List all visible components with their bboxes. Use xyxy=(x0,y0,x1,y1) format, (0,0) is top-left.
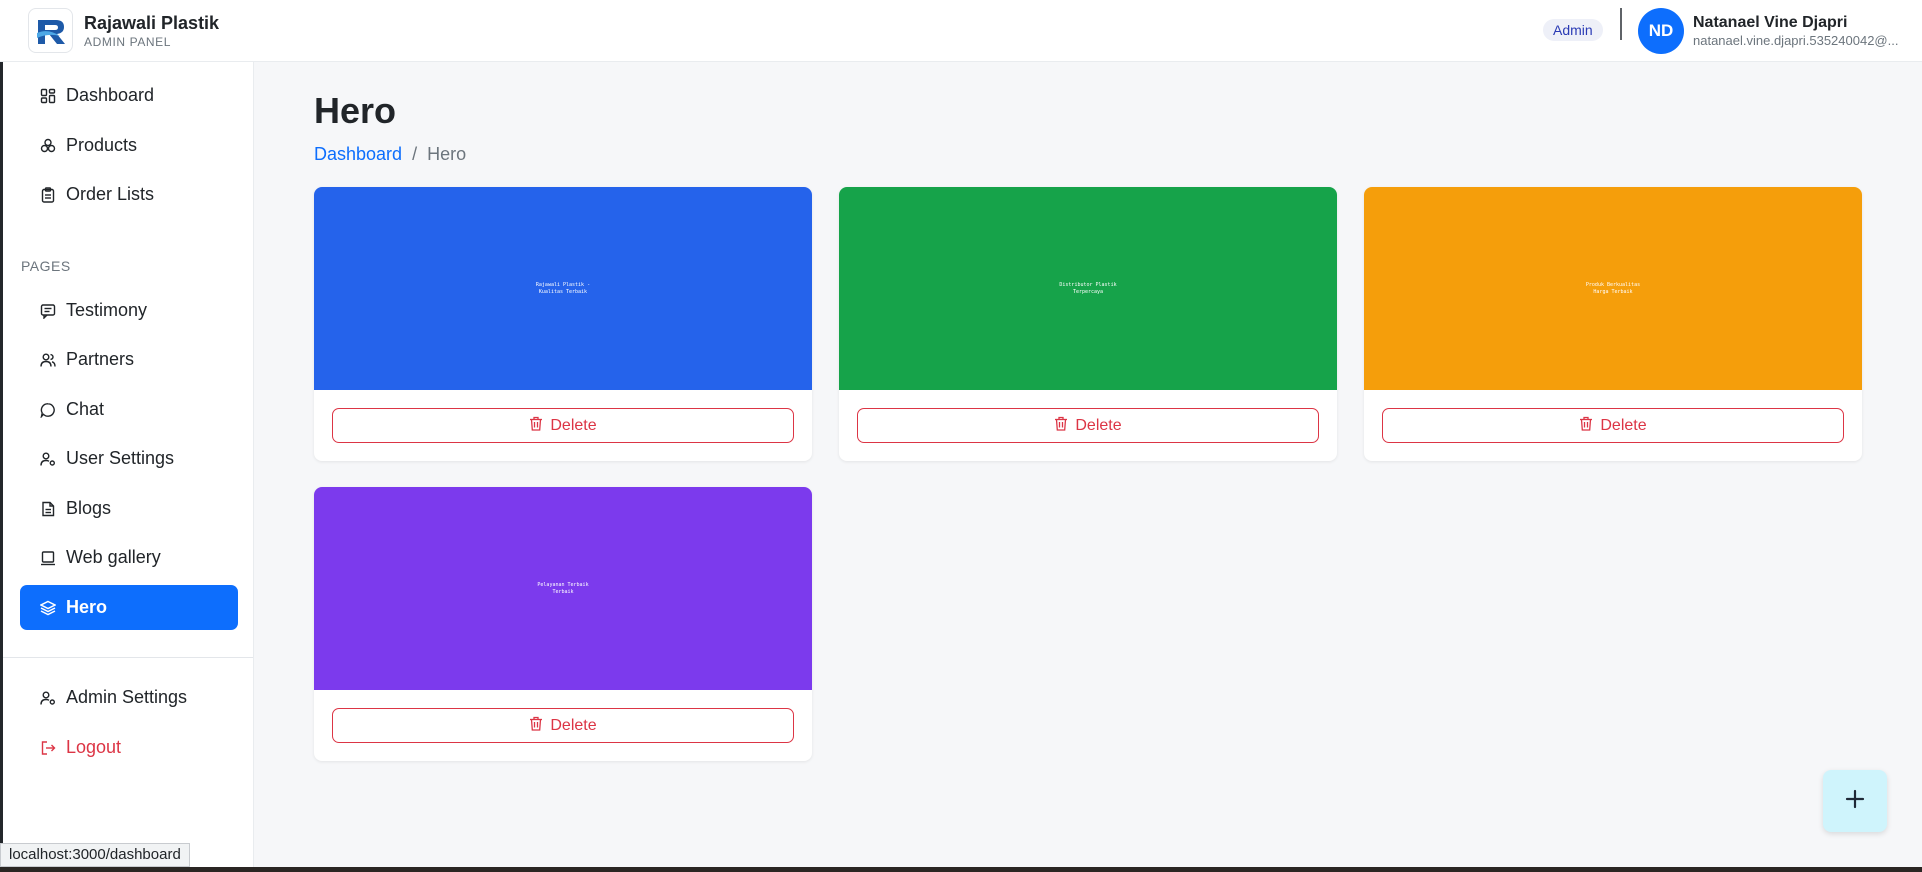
hero-image: Pelayanan Terbaik Terbaik xyxy=(314,487,812,690)
delete-button[interactable]: Delete xyxy=(332,408,794,443)
window-bottom-edge xyxy=(0,867,1922,872)
sidebar-item-label: Admin Settings xyxy=(66,687,188,707)
trash-icon xyxy=(1054,416,1068,436)
sidebar-item-partners[interactable]: Partners xyxy=(20,337,238,382)
user-email: natanael.vine.djapri.535240042@... xyxy=(1693,33,1899,48)
sidebar-item-label: Products xyxy=(66,135,138,155)
hero-image-caption: Rajawali Plastik - Kualitas Terbaik xyxy=(523,282,603,296)
sidebar-item-testimony[interactable]: Testimony xyxy=(20,288,238,333)
brand-subtitle: ADMIN PANEL xyxy=(84,34,172,49)
hero-image: Rajawali Plastik - Kualitas Terbaik xyxy=(314,187,812,390)
sidebar-item-web-gallery[interactable]: Web gallery xyxy=(20,535,238,580)
trash-icon xyxy=(529,416,543,436)
sidebar-item-label: Blogs xyxy=(66,498,112,518)
add-hero-button[interactable] xyxy=(1823,770,1887,832)
avatar[interactable]: ND xyxy=(1638,8,1684,54)
hero-caption-line: Distributor Plastik xyxy=(1059,281,1117,288)
page-title: Hero xyxy=(314,90,397,131)
document-icon xyxy=(39,500,57,518)
hero-image-caption: Produk Berkualitas Harga Terbaik xyxy=(1573,282,1653,296)
user-info[interactable]: Natanael Vine Djapri natanael.vine.djapr… xyxy=(1693,13,1918,49)
sidebar-item-label: Logout xyxy=(66,737,122,757)
delete-button[interactable]: Delete xyxy=(857,408,1319,443)
sidebar-item-label: Web gallery xyxy=(66,547,161,567)
sidebar-item-label: Partners xyxy=(66,349,135,369)
breadcrumb: Dashboard / Hero xyxy=(314,144,466,165)
products-icon xyxy=(39,137,57,155)
sidebar-item-label: Testimony xyxy=(66,300,148,320)
sidebar-item-admin-settings[interactable]: Admin Settings xyxy=(20,675,238,720)
delete-button[interactable]: Delete xyxy=(1382,408,1844,443)
trash-icon xyxy=(529,716,543,736)
brand[interactable]: Rajawali Plastik ADMIN PANEL xyxy=(28,8,219,53)
hero-caption-line: Terbaik xyxy=(552,588,574,595)
role-badge: Admin xyxy=(1543,19,1603,41)
hero-caption-line: Harga Terbaik xyxy=(1593,288,1633,295)
sidebar-item-blogs[interactable]: Blogs xyxy=(20,486,238,531)
clipboard-icon xyxy=(39,186,57,204)
top-header: Rajawali Plastik ADMIN PANEL Admin ND Na… xyxy=(0,0,1922,62)
sidebar-item-user-settings[interactable]: User Settings xyxy=(20,436,238,481)
admin-gear-icon xyxy=(39,689,57,707)
rajawali-logo-icon xyxy=(36,19,65,44)
delete-label: Delete xyxy=(550,716,597,734)
breadcrumb-link-dashboard[interactable]: Dashboard xyxy=(314,144,402,165)
plus-icon xyxy=(1844,788,1866,815)
hero-card: Rajawali Plastik - Kualitas Terbaik Dele… xyxy=(314,187,812,461)
people-icon xyxy=(39,351,57,369)
sidebar-item-label: Hero xyxy=(66,597,108,617)
chat-icon xyxy=(39,401,57,419)
sidebar: Dashboard Products Order Lists PAGES Tes… xyxy=(0,62,254,872)
brand-name: Rajawali Plastik xyxy=(84,12,220,33)
hero-card: Pelayanan Terbaik Terbaik Delete xyxy=(314,487,812,761)
hero-caption-line: Produk Berkualitas xyxy=(1585,281,1641,288)
breadcrumb-separator: / xyxy=(412,144,418,164)
sidebar-divider xyxy=(3,657,253,658)
testimony-icon xyxy=(39,302,57,320)
hero-caption-line: Rajawali Plastik - xyxy=(535,281,591,288)
logout-icon xyxy=(39,739,57,757)
status-bar-url: localhost:3000/dashboard xyxy=(0,843,190,867)
breadcrumb-current: Hero xyxy=(427,144,467,164)
dashboard-icon xyxy=(39,87,57,105)
sidebar-item-logout[interactable]: Logout xyxy=(20,725,238,770)
hero-image: Distributor Plastik Terpercaya xyxy=(839,187,1337,390)
hero-card: Distributor Plastik Terpercaya Delete xyxy=(839,187,1337,461)
layers-icon xyxy=(39,599,57,617)
brand-logo xyxy=(28,8,73,53)
sidebar-item-chat[interactable]: Chat xyxy=(20,387,238,432)
sidebar-item-label: Chat xyxy=(66,399,105,419)
header-divider xyxy=(1620,8,1622,40)
delete-label: Delete xyxy=(1075,416,1122,434)
user-name: Natanael Vine Djapri xyxy=(1693,14,1848,31)
delete-label: Delete xyxy=(550,416,597,434)
sidebar-item-hero[interactable]: Hero xyxy=(20,585,238,630)
hero-image-caption: Pelayanan Terbaik Terbaik xyxy=(523,582,603,596)
hero-caption-line: Kualitas Terbaik xyxy=(538,288,588,295)
sidebar-item-label: User Settings xyxy=(66,448,175,468)
hero-image-caption: Distributor Plastik Terpercaya xyxy=(1048,282,1128,296)
user-gear-icon xyxy=(39,450,57,468)
hero-image: Produk Berkualitas Harga Terbaik xyxy=(1364,187,1862,390)
section-title-pages: PAGES xyxy=(21,258,71,274)
sidebar-item-label: Order Lists xyxy=(66,184,155,204)
gallery-icon xyxy=(39,549,57,567)
hero-caption-line: Terpercaya xyxy=(1072,288,1104,295)
sidebar-item-dashboard[interactable]: Dashboard xyxy=(20,73,238,118)
hero-caption-line: Pelayanan Terbaik xyxy=(537,581,589,588)
delete-label: Delete xyxy=(1600,416,1647,434)
hero-card: Produk Berkualitas Harga Terbaik Delete xyxy=(1364,187,1862,461)
sidebar-item-products[interactable]: Products xyxy=(20,123,238,168)
sidebar-item-label: Dashboard xyxy=(66,85,155,105)
trash-icon xyxy=(1579,416,1593,436)
sidebar-item-order-lists[interactable]: Order Lists xyxy=(20,172,238,217)
delete-button[interactable]: Delete xyxy=(332,708,794,743)
